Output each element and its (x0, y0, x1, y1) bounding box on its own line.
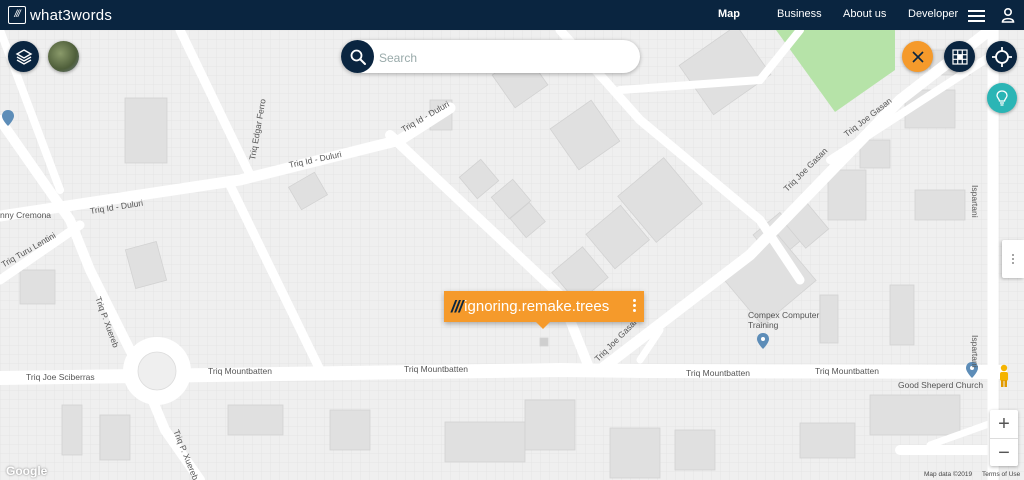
nav-business[interactable]: Business (777, 8, 822, 20)
street-label: Triq Mountbatten (686, 368, 750, 378)
map-tiles (0, 30, 1024, 480)
w3w-address: ignoring.remake.trees (464, 298, 610, 315)
logo-text: what3words (30, 6, 113, 24)
google-logo[interactable]: Google (6, 464, 47, 478)
side-panel-tab[interactable] (1002, 240, 1024, 278)
layers-icon (15, 48, 32, 65)
nav-developer[interactable]: Developer (908, 8, 958, 20)
street-label: Ispartani (970, 335, 980, 368)
street-label: Triq Mountbatten (208, 366, 272, 376)
close-button[interactable] (902, 41, 933, 72)
locate-button[interactable] (986, 41, 1017, 72)
pegman-icon[interactable] (997, 364, 1011, 388)
layers-button[interactable] (8, 41, 39, 72)
nav-map[interactable]: Map (718, 8, 740, 20)
street-label: nny Cremona (0, 210, 52, 220)
street-label: Triq Joe Sciberras (26, 372, 95, 382)
more-options-icon[interactable] (633, 299, 636, 314)
street-label: Ispartani (970, 185, 980, 218)
w3w-address-popup[interactable]: /// ignoring.remake.trees (444, 291, 644, 329)
what3words-logo[interactable]: /// what3words (8, 5, 112, 25)
zoom-in-button[interactable]: + (990, 410, 1018, 438)
map-data-attribution: Map data ©2019 (924, 471, 973, 478)
locate-icon (991, 46, 1012, 67)
logo-mark: /// (8, 6, 26, 24)
search-button[interactable] (341, 40, 374, 73)
search-icon (350, 49, 366, 65)
zoom-out-button[interactable]: − (990, 439, 1018, 467)
zoom-control: + − (990, 410, 1018, 466)
nav-about-us[interactable]: About us (843, 8, 886, 20)
search-input[interactable] (377, 47, 631, 68)
w3w-slashes: /// (451, 296, 463, 316)
search-bar (341, 40, 640, 73)
satellite-thumbnail[interactable] (48, 41, 79, 72)
popup-pointer (536, 322, 550, 329)
map-canvas[interactable]: Triq Edgar Ferro Triq Id - Duluri Triq I… (0, 30, 1024, 480)
terms-of-use-link[interactable]: Terms of Use (982, 471, 1020, 478)
place-label[interactable]: Compex Computer Training (748, 310, 838, 330)
street-label: Triq Mountbatten (404, 364, 468, 374)
tips-button[interactable] (987, 83, 1017, 113)
menu-icon[interactable] (968, 10, 985, 22)
grid-icon (951, 48, 968, 65)
place-label[interactable]: Good Sheperd Church (898, 380, 983, 390)
top-nav-bar: /// what3words Map Business About us Dev… (0, 0, 1024, 30)
close-icon (911, 50, 924, 63)
user-icon[interactable] (1001, 7, 1015, 23)
lightbulb-icon (996, 90, 1008, 106)
grid-toggle-button[interactable] (944, 41, 975, 72)
street-label: Triq Mountbatten (815, 366, 879, 376)
